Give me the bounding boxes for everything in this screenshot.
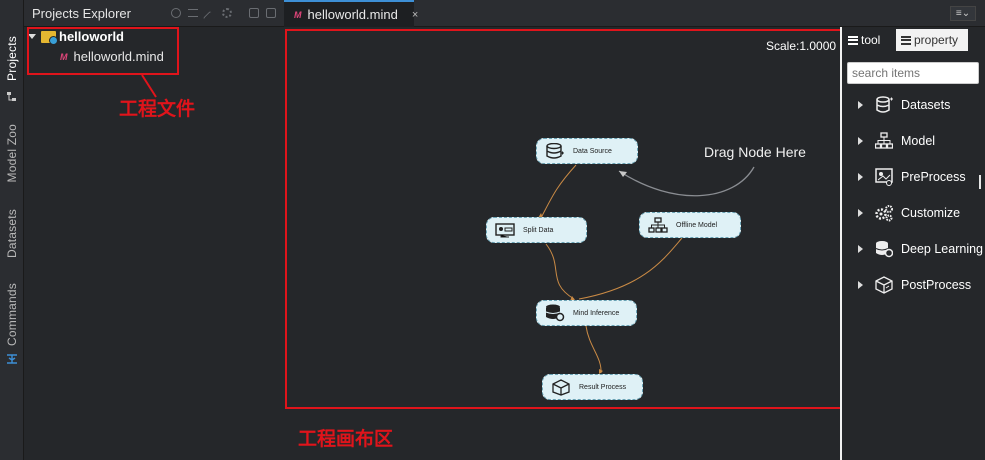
collapse-icon[interactable] bbox=[202, 10, 218, 26]
caret-right-icon[interactable] bbox=[858, 173, 863, 181]
explorer-title: Projects Explorer bbox=[32, 6, 131, 21]
sidebar-tab-projects[interactable]: Projects bbox=[0, 36, 24, 81]
editor-tab-bar: M helloworld.mind × ≡⌄ bbox=[284, 0, 985, 27]
image-settings-icon bbox=[875, 168, 893, 186]
sidebar-tab-model-zoo[interactable]: Model Zoo bbox=[0, 124, 24, 183]
tab-label: helloworld.mind bbox=[307, 7, 398, 22]
category-deep-learning[interactable]: Deep Learning bbox=[858, 240, 983, 258]
tab-helloworld-mind[interactable]: M helloworld.mind × bbox=[284, 0, 418, 27]
maximize-icon[interactable] bbox=[266, 8, 276, 18]
refresh-icon[interactable] bbox=[171, 8, 181, 18]
category-customize[interactable]: Customize bbox=[858, 204, 960, 222]
sidebar-tab-commands[interactable]: Commands bbox=[0, 283, 24, 346]
box-icon bbox=[875, 276, 893, 294]
hierarchy-icon bbox=[875, 132, 893, 149]
tab-tool[interactable]: tool bbox=[848, 29, 892, 51]
activity-bar: Projects Model Zoo Datasets Commands bbox=[0, 0, 24, 460]
category-preprocess[interactable]: PreProcess bbox=[858, 168, 966, 186]
projects-tree-icon bbox=[7, 91, 17, 101]
category-model[interactable]: Model bbox=[858, 132, 935, 150]
database-add-icon bbox=[876, 96, 893, 113]
category-label: PostProcess bbox=[901, 278, 972, 292]
caret-right-icon[interactable] bbox=[858, 209, 863, 217]
category-postprocess[interactable]: PostProcess bbox=[858, 276, 971, 294]
database-gear-icon bbox=[875, 241, 893, 258]
category-label: Deep Learning bbox=[901, 242, 984, 256]
list-icon bbox=[901, 35, 911, 45]
category-datasets[interactable]: Datasets bbox=[858, 96, 950, 114]
category-label: Datasets bbox=[901, 98, 951, 112]
commands-icon bbox=[6, 353, 18, 365]
tab-tool-label: tool bbox=[861, 33, 881, 47]
sync-icon[interactable] bbox=[188, 9, 198, 17]
tool-panel: tool property Datasets Model PreProcess … bbox=[840, 27, 985, 460]
canvas-annotation: 工程画布区 bbox=[298, 429, 394, 450]
search-items-input[interactable] bbox=[847, 62, 979, 84]
minimize-icon[interactable] bbox=[249, 8, 259, 18]
caret-right-icon[interactable] bbox=[858, 101, 863, 109]
panel-scrollbar[interactable] bbox=[979, 175, 981, 189]
list-icon bbox=[848, 35, 858, 45]
project-file-annotation: 工程文件 bbox=[119, 99, 196, 120]
close-icon[interactable]: × bbox=[412, 9, 418, 21]
category-label: Customize bbox=[901, 206, 961, 220]
gears-icon bbox=[875, 205, 893, 222]
caret-right-icon[interactable] bbox=[858, 281, 863, 289]
project-file-highlight bbox=[27, 27, 179, 75]
caret-right-icon[interactable] bbox=[858, 245, 863, 253]
category-label: PreProcess bbox=[901, 170, 966, 184]
tab-property[interactable]: property bbox=[896, 29, 968, 51]
editor-menu-button[interactable]: ≡⌄ bbox=[950, 6, 976, 21]
mind-file-icon: M bbox=[294, 9, 302, 20]
settings-icon[interactable] bbox=[222, 8, 232, 18]
sidebar-tab-datasets[interactable]: Datasets bbox=[0, 209, 24, 258]
explorer-header: Projects Explorer bbox=[24, 0, 284, 27]
tab-property-label: property bbox=[914, 33, 959, 47]
category-label: Model bbox=[901, 134, 936, 148]
caret-right-icon[interactable] bbox=[858, 137, 863, 145]
